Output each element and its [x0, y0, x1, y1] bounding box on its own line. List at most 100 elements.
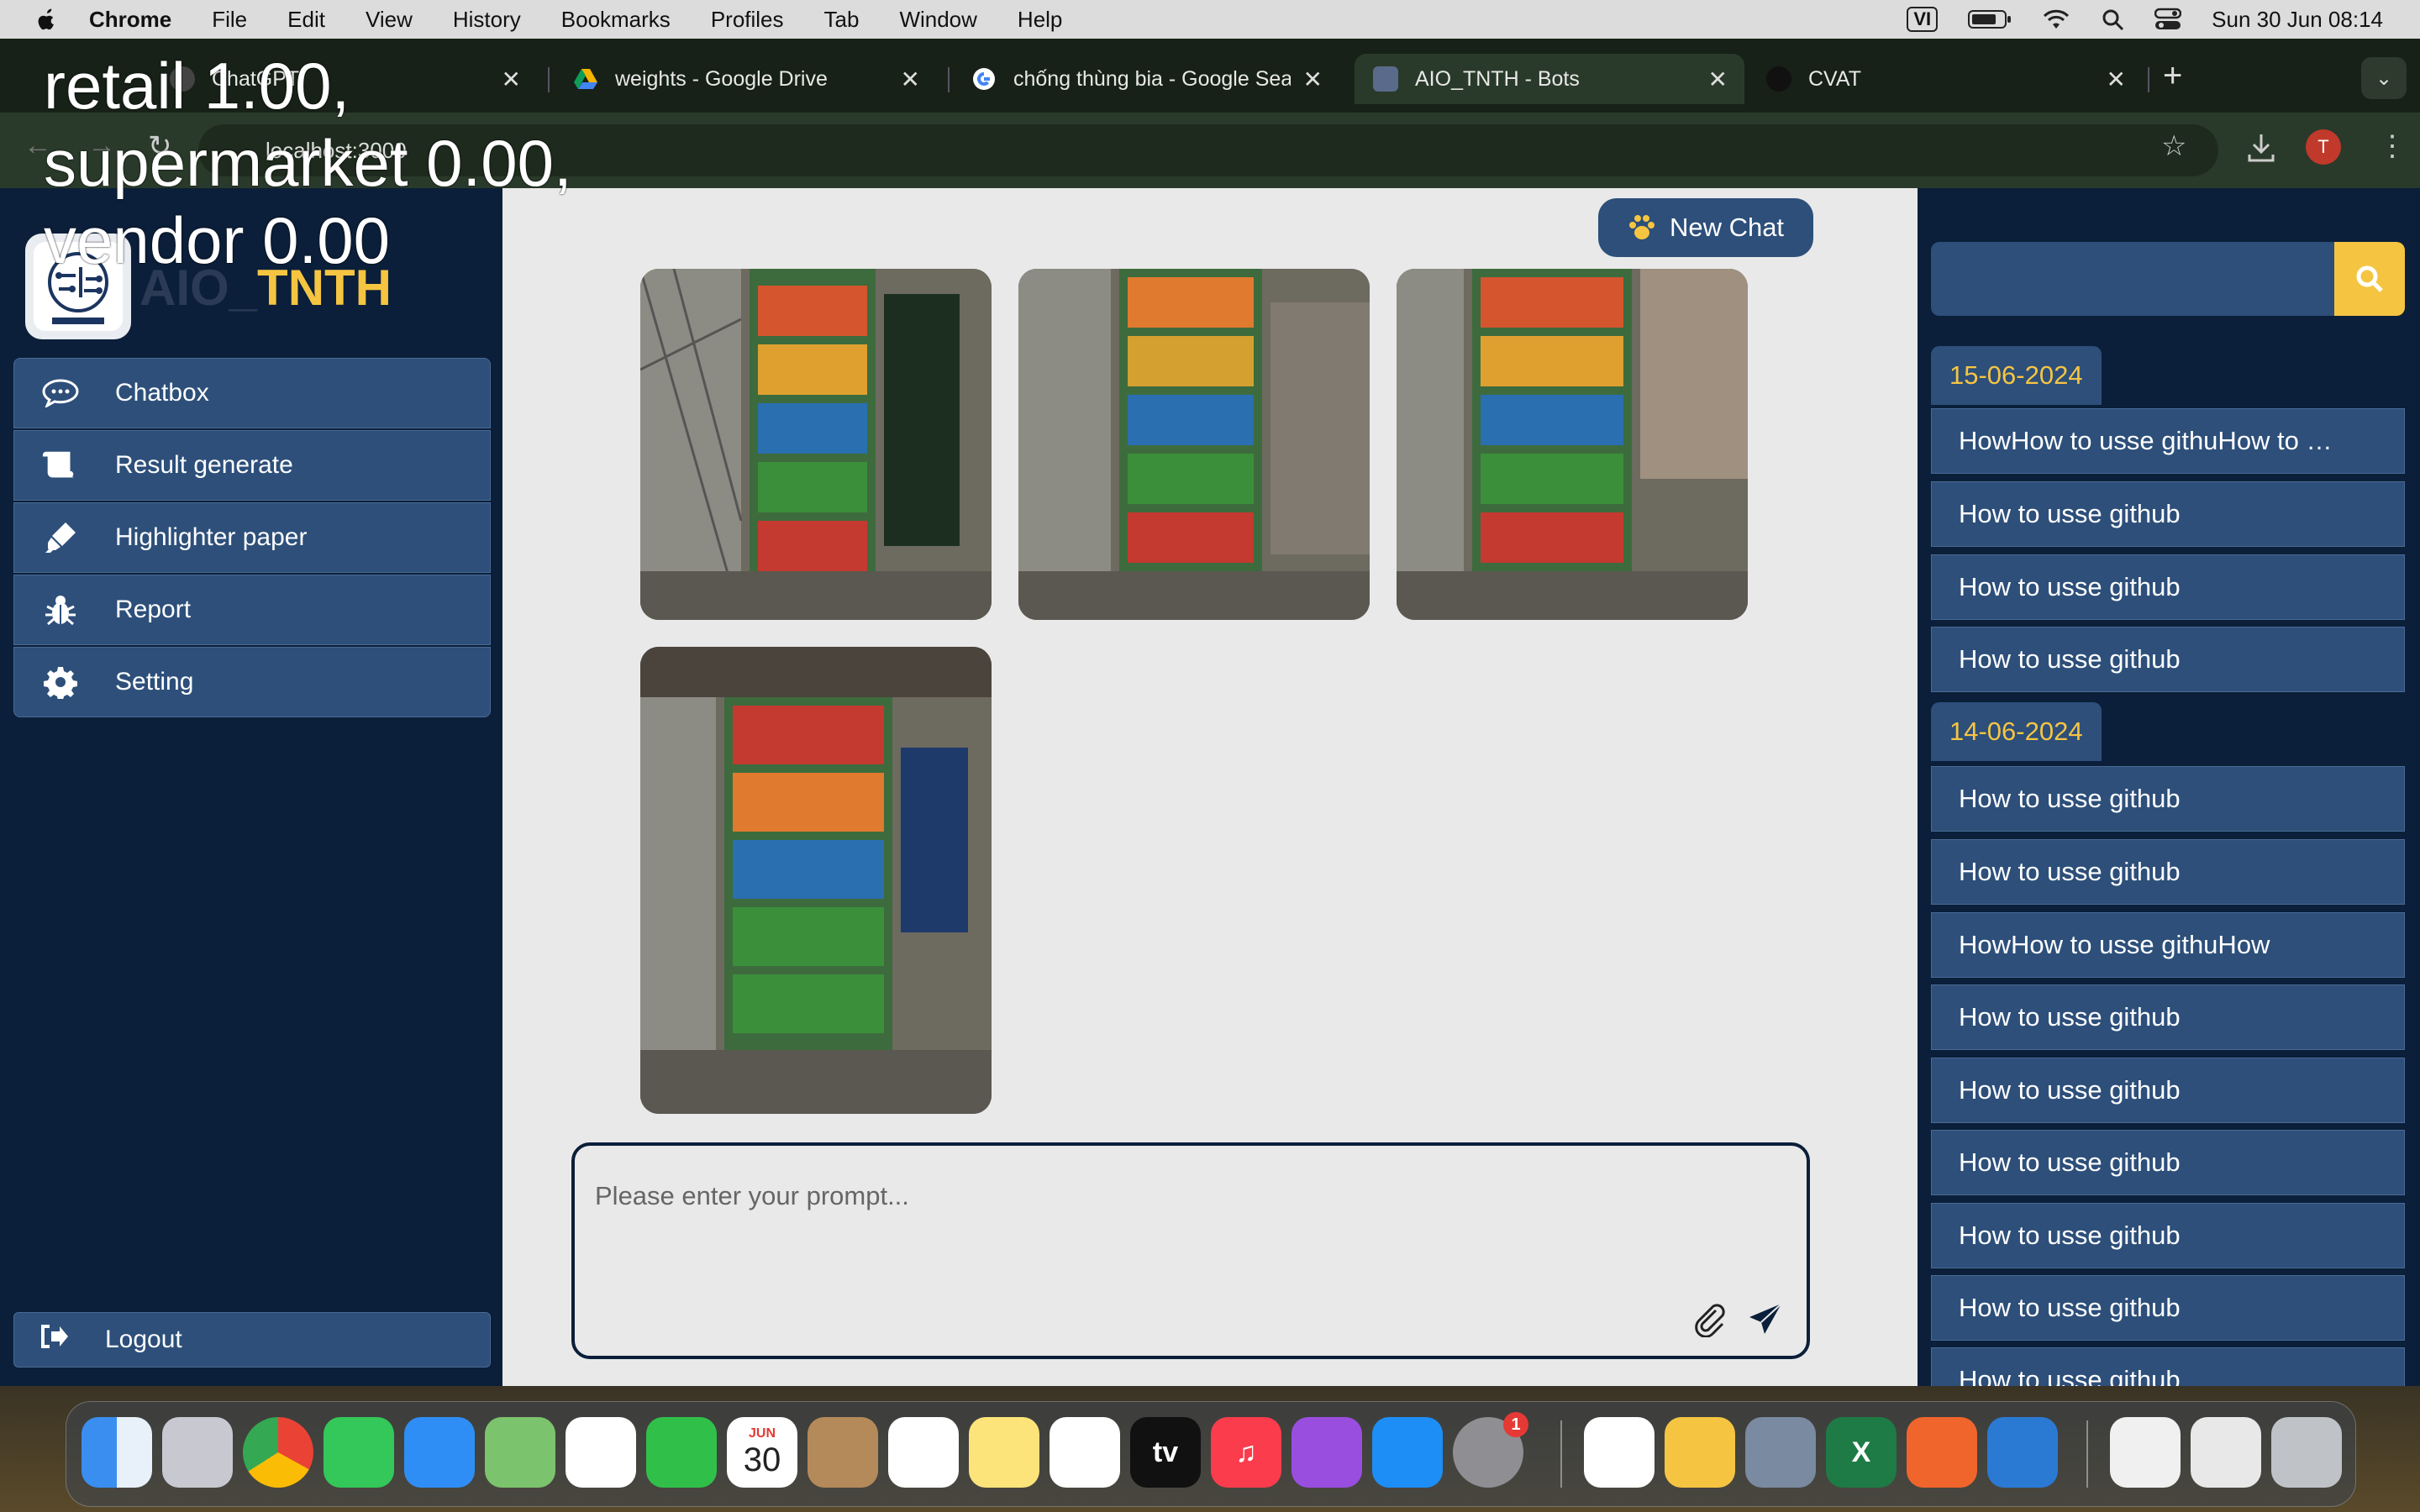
mail-icon[interactable]	[404, 1417, 475, 1488]
tab-search-chevron-icon[interactable]: ⌄	[2361, 57, 2407, 99]
menu-window[interactable]: Window	[899, 7, 976, 33]
logout-button[interactable]: Logout	[13, 1312, 491, 1368]
spotlight-search-icon[interactable]	[2101, 8, 2124, 31]
sidebar-item-setting[interactable]: Setting	[13, 647, 491, 717]
profile-avatar[interactable]: T	[2306, 129, 2341, 165]
history-item[interactable]: How to usse github	[1931, 1203, 2405, 1268]
screenshot-folder-icon[interactable]	[2191, 1417, 2261, 1488]
uploaded-image-thumbnail[interactable]	[1397, 269, 1748, 620]
logout-label: Logout	[105, 1326, 182, 1353]
preview-icon[interactable]	[1745, 1417, 1816, 1488]
launchpad-icon[interactable]	[162, 1417, 233, 1488]
download-icon[interactable]	[2247, 133, 2275, 163]
history-item[interactable]: HowHow to usse githuHow to …	[1931, 408, 2405, 474]
tab-aio-tnth-bots[interactable]: AIO_TNTH - Bots ✕	[1355, 54, 1744, 104]
back-arrow-icon[interactable]: ←	[24, 129, 52, 162]
history-item[interactable]: How to usse github	[1931, 627, 2405, 692]
document-icon[interactable]	[2110, 1417, 2181, 1488]
search-button[interactable]	[2334, 242, 2405, 316]
tab-chatgpt[interactable]: ChatGPT ✕	[151, 54, 538, 104]
notes-icon[interactable]	[969, 1417, 1039, 1488]
menu-bookmarks[interactable]: Bookmarks	[561, 7, 671, 33]
history-item[interactable]: How to usse github	[1931, 839, 2405, 905]
system-settings-icon[interactable]: 1	[1453, 1412, 1528, 1488]
menu-file[interactable]: File	[212, 7, 247, 33]
send-icon[interactable]	[1748, 1302, 1783, 1336]
menu-help[interactable]: Help	[1018, 7, 1062, 33]
control-center-icon[interactable]	[2154, 8, 2182, 31]
tab-google-search[interactable]: chống thùng bia - Google Sea ✕	[953, 54, 1339, 104]
menu-app-name[interactable]: Chrome	[89, 7, 171, 33]
history-search-input[interactable]	[1931, 242, 2334, 316]
close-icon[interactable]: ✕	[1303, 66, 1323, 93]
history-item[interactable]: How to usse github	[1931, 984, 2405, 1050]
close-icon[interactable]: ✕	[502, 66, 521, 93]
prompt-box	[571, 1142, 1810, 1359]
wifi-icon[interactable]	[2042, 8, 2070, 30]
menu-tab[interactable]: Tab	[824, 7, 860, 33]
history-item[interactable]: How to usse github	[1931, 1058, 2405, 1123]
more-vertical-icon[interactable]: ⋮	[2378, 129, 2407, 163]
battery-icon[interactable]	[1968, 8, 2012, 30]
maps-icon[interactable]	[485, 1417, 555, 1488]
calendar-icon[interactable]: JUN 30	[727, 1417, 797, 1488]
history-item[interactable]: How to usse github	[1931, 766, 2405, 832]
search-icon	[2356, 265, 2383, 292]
freeform-icon[interactable]	[1050, 1417, 1120, 1488]
excel-icon[interactable]: X	[1826, 1417, 1897, 1488]
uploaded-image-thumbnail[interactable]	[640, 269, 992, 620]
apple-tv-icon[interactable]: tv	[1130, 1417, 1201, 1488]
history-item[interactable]: How to usse github	[1931, 1275, 2405, 1341]
prompt-input[interactable]	[593, 1179, 1773, 1309]
menu-view[interactable]: View	[366, 7, 413, 33]
sidebar-item-chatbox[interactable]: Chatbox	[13, 358, 491, 428]
menu-edit[interactable]: Edit	[287, 7, 325, 33]
sidebar-item-highlighter-paper[interactable]: Highlighter paper	[13, 502, 491, 573]
tab-cvat[interactable]: CVAT ✕	[1748, 54, 2143, 104]
sidebar-nav: Chatbox Result generate Highlighter pape…	[13, 358, 491, 719]
reload-icon[interactable]: ↻	[148, 129, 172, 163]
chrome-icon[interactable]	[243, 1417, 313, 1488]
address-bar[interactable]: localhost:3000	[198, 124, 2218, 176]
sidebar-item-result-generate[interactable]: Result generate	[13, 430, 491, 501]
trash-icon[interactable]	[2271, 1417, 2342, 1488]
paperclip-icon[interactable]	[1692, 1304, 1728, 1337]
vscode-icon[interactable]	[1987, 1417, 2058, 1488]
finder-icon[interactable]	[82, 1417, 152, 1488]
uploaded-image-thumbnail[interactable]	[1018, 269, 1370, 620]
photos-icon[interactable]	[566, 1417, 636, 1488]
pen-app-icon[interactable]	[1907, 1417, 1977, 1488]
menubar-clock[interactable]: Sun 30 Jun 08:14	[2212, 7, 2383, 33]
apple-icon[interactable]	[34, 7, 59, 32]
app-logo[interactable]	[25, 234, 131, 339]
app-store-icon[interactable]	[1372, 1417, 1443, 1488]
contacts-icon[interactable]	[808, 1417, 878, 1488]
close-icon[interactable]: ✕	[1708, 66, 1728, 93]
new-chat-button[interactable]: New Chat	[1598, 198, 1813, 257]
messages-icon[interactable]	[324, 1417, 394, 1488]
history-item[interactable]: How to usse github	[1931, 1130, 2405, 1195]
history-item[interactable]: HowHow to usse githuHow	[1931, 912, 2405, 978]
beer-crates-photo	[640, 269, 992, 620]
new-tab-plus-icon[interactable]: +	[2163, 57, 2182, 95]
close-icon[interactable]: ✕	[2107, 66, 2126, 93]
reminders-icon[interactable]	[888, 1417, 959, 1488]
history-item[interactable]: How to usse github	[1931, 481, 2405, 547]
tab-google-drive[interactable]: weights - Google Drive ✕	[555, 54, 937, 104]
bookmark-star-icon[interactable]: ☆	[2161, 129, 2186, 163]
history-item[interactable]: How to usse github	[1931, 554, 2405, 620]
forward-arrow-icon[interactable]: →	[87, 129, 116, 162]
bot-icon	[1373, 66, 1398, 92]
input-source-indicator[interactable]: VI	[1907, 7, 1939, 32]
close-icon[interactable]: ✕	[901, 66, 920, 93]
sidebar-item-report[interactable]: Report	[13, 575, 491, 645]
menu-profiles[interactable]: Profiles	[711, 7, 784, 33]
uploaded-image-thumbnail[interactable]	[640, 647, 992, 1114]
history-item[interactable]: How to usse github	[1931, 1347, 2405, 1386]
music-icon[interactable]: ♫	[1211, 1417, 1281, 1488]
star-app-icon[interactable]	[1665, 1417, 1735, 1488]
podcasts-icon[interactable]	[1292, 1417, 1362, 1488]
facetime-icon[interactable]	[646, 1417, 717, 1488]
script-editor-icon[interactable]	[1584, 1417, 1655, 1488]
menu-history[interactable]: History	[453, 7, 521, 33]
